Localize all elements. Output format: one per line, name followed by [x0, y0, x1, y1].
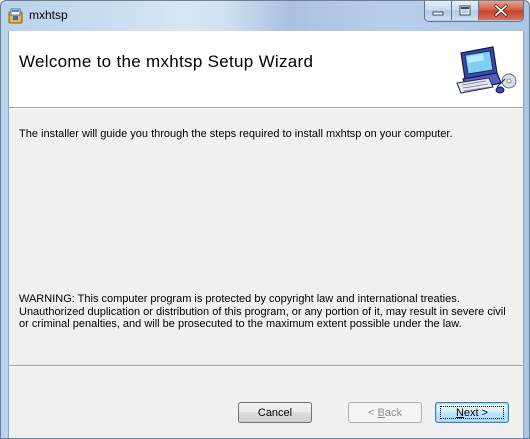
maximize-icon — [459, 5, 471, 16]
window-title: mxhtsp — [29, 8, 68, 22]
caption-buttons — [424, 1, 524, 22]
intro-text: The installer will guide you through the… — [19, 128, 453, 140]
next-button[interactable]: Next > — [435, 402, 509, 423]
page-title: Welcome to the mxhtsp Setup Wizard — [19, 52, 314, 71]
cancel-button[interactable]: Cancel — [238, 402, 312, 423]
title-bar[interactable]: mxhtsp — [1, 1, 529, 31]
cancel-button-label: Cancel — [257, 407, 293, 419]
copyright-warning: WARNING: This computer program is protec… — [19, 293, 519, 331]
close-button[interactable] — [479, 1, 523, 20]
back-button[interactable]: < Back — [348, 402, 422, 423]
banner-separator — [9, 108, 523, 109]
back-button-prefix: < — [368, 407, 378, 419]
warning-line: or criminal penalties, and will be prose… — [19, 318, 462, 330]
computer-setup-icon — [456, 46, 517, 94]
back-button-label: ack — [384, 407, 402, 419]
back-button-mnemonic: B — [377, 407, 385, 419]
footer-divider-highlight — [9, 366, 523, 367]
maximize-button[interactable] — [452, 1, 479, 20]
close-icon — [494, 4, 508, 17]
warning-line: WARNING: This computer program is protec… — [19, 293, 460, 305]
wizard-banner: Welcome to the mxhtsp Setup Wizard — [9, 31, 523, 108]
warning-line: Unauthorized duplication or distribution… — [19, 305, 506, 318]
installer-icon — [8, 8, 23, 24]
wizard-client-area: Welcome to the mxhtsp Setup Wizard The i… — [8, 31, 524, 438]
minimize-icon — [432, 11, 444, 16]
title-bar-blur — [226, 1, 446, 31]
focus-rectangle — [440, 406, 504, 419]
installer-window: mxhtsp Welcome to the mxhtsp Setup Wizar… — [0, 0, 530, 439]
minimize-button[interactable] — [425, 1, 452, 20]
